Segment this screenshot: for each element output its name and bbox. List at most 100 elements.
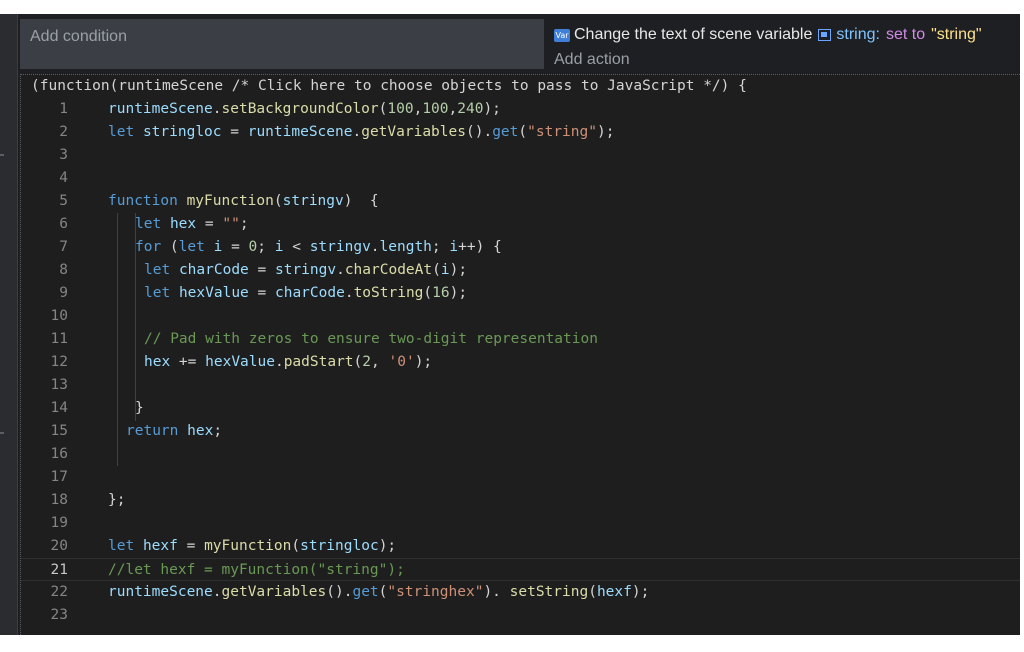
code-token: hexf — [142, 538, 178, 554]
code-line[interactable]: 2 let stringloc = runtimeScene.getVariabl… — [21, 121, 1020, 144]
code-line[interactable]: 9 let hexValue = charCode.toString(16); — [21, 282, 1020, 305]
code-token: "" — [222, 216, 240, 232]
code-token: let — [144, 285, 171, 301]
code-token: ++) { — [458, 239, 502, 255]
add-condition-button[interactable]: Add condition — [30, 28, 127, 46]
code-token: setBackgroundColor — [221, 101, 379, 117]
line-number: 14 — [50, 400, 68, 416]
code-token: . — [212, 101, 222, 117]
code-line[interactable]: 19 — [21, 512, 1020, 535]
code-token: (). — [326, 584, 353, 600]
action-operator: set to — [885, 26, 926, 43]
code-token: stringloc — [300, 538, 379, 554]
line-code: runtimeScene.getVariables().get ("stringh… — [108, 581, 649, 604]
code-token: }; — [108, 492, 126, 508]
line-code: for (let i = 0; i < stringv.length; i++)… — [135, 236, 502, 259]
code-token: . — [352, 124, 362, 140]
line-number: 20 — [50, 538, 68, 554]
code-line[interactable]: 22 runtimeScene.getVariables().get ("strin… — [21, 581, 1020, 604]
line-number: 15 — [50, 423, 68, 439]
code-token: = — [222, 239, 249, 255]
code-token: ( — [291, 538, 301, 554]
conditions-area[interactable]: Add condition — [20, 19, 544, 69]
action-value[interactable]: "string" — [931, 26, 981, 44]
code-token: hex — [169, 216, 197, 232]
code-line[interactable]: 18}; — [21, 489, 1020, 512]
code-token: . — [274, 354, 284, 370]
events-editor: Add condition Var Change the text of sce… — [0, 14, 1020, 635]
code-line[interactable]: 7 for (let i = 0; i < stringv.length; i++… — [21, 236, 1020, 259]
line-number: 22 — [50, 584, 68, 600]
gutter-mark — [0, 154, 4, 156]
line-number: 3 — [59, 147, 68, 163]
code-token: ). — [483, 584, 510, 600]
code-token: ; — [213, 423, 223, 439]
code-token: } — [135, 400, 144, 416]
code-token: . — [212, 584, 222, 600]
code-line[interactable]: 13 — [21, 374, 1020, 397]
code-token: (). — [465, 124, 493, 140]
code-line[interactable]: 23 — [21, 604, 1020, 627]
code-line[interactable]: 14} — [21, 397, 1020, 420]
line-code: let hexf = myFunction(stringloc); — [108, 535, 396, 558]
code-header-function-signature[interactable]: (function(runtimeScene /* Click here to … — [31, 78, 747, 94]
action-variable-name[interactable]: string: — [836, 26, 880, 44]
code-line[interactable]: 15 return hex; — [21, 420, 1020, 443]
code-token: padStart — [283, 354, 354, 370]
code-token: ( — [588, 584, 597, 600]
code-token: charCode — [178, 262, 249, 278]
javascript-code-editor[interactable]: (function(runtimeScene /* Click here to … — [20, 74, 1020, 635]
code-line[interactable]: 20 let hexf = myFunction(stringloc); — [21, 535, 1020, 558]
code-token: += — [170, 354, 206, 370]
code-token: runtimeScene — [108, 584, 213, 600]
code-line[interactable]: 11 // Pad with zeros to ensure two-digit … — [21, 328, 1020, 351]
code-token: stringv — [274, 262, 337, 278]
code-line[interactable]: 21 //let hexf = myFunction("string"); — [21, 558, 1020, 581]
code-token: runtimeScene — [108, 101, 213, 117]
code-token: stringv — [309, 239, 371, 255]
code-line[interactable]: 8 let charCode = stringv.charCodeAt(i); — [21, 259, 1020, 282]
indent-guide — [135, 213, 136, 421]
code-line[interactable]: 17 — [21, 466, 1020, 489]
code-token: toString — [353, 285, 424, 301]
actions-area: Var Change the text of scene variable st… — [548, 19, 1020, 74]
code-token: = — [248, 285, 275, 301]
code-token: "string" — [527, 124, 597, 140]
code-line[interactable]: 3 — [21, 144, 1020, 167]
code-token: 2 — [362, 354, 372, 370]
code-token: hex — [187, 423, 214, 439]
code-token: . — [344, 285, 354, 301]
code-token: ); — [483, 101, 501, 117]
code-lines: 1 runtimeScene.setBackgroundColor(100,100… — [21, 98, 1020, 627]
code-line[interactable]: 6 let hex = ""; — [21, 213, 1020, 236]
code-token: ); — [596, 124, 615, 140]
code-token: charCodeAt — [344, 262, 433, 278]
line-number: 2 — [59, 124, 68, 140]
add-action-button[interactable]: Add action — [554, 51, 630, 69]
action-change-scene-variable-text[interactable]: Var Change the text of scene variable st… — [554, 26, 982, 44]
code-line[interactable]: 10 — [21, 305, 1020, 328]
code-token: ( — [432, 262, 441, 278]
code-token: let — [135, 216, 162, 232]
code-line[interactable]: 12 hex += hexValue.padStart(2, '0'); — [21, 351, 1020, 374]
code-token: 0 — [248, 239, 258, 255]
code-token: charCode — [274, 285, 345, 301]
code-line[interactable]: 4 — [21, 167, 1020, 190]
code-line[interactable]: 1 runtimeScene.setBackgroundColor(100,100… — [21, 98, 1020, 121]
code-token: get — [352, 584, 379, 600]
code-token: i — [440, 262, 450, 278]
code-token: . — [370, 239, 380, 255]
line-number: 12 — [50, 354, 68, 370]
code-token: ); — [414, 354, 433, 370]
line-number: 5 — [59, 193, 68, 209]
variable-icon: Var — [554, 28, 570, 42]
event-gutter — [0, 14, 18, 635]
code-token: getVariables — [361, 124, 466, 140]
code-line[interactable]: 5 function myFunction(stringv) { — [21, 190, 1020, 213]
code-token: ); — [449, 285, 468, 301]
code-line[interactable]: 16 — [21, 443, 1020, 466]
code-token: hex — [144, 354, 171, 370]
